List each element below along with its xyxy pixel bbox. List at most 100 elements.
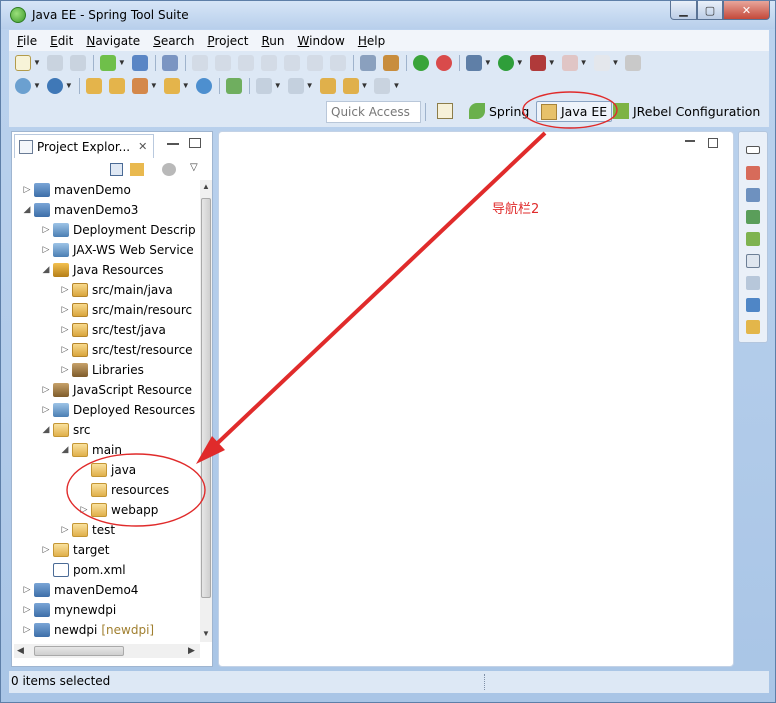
back-icon[interactable]	[342, 77, 359, 94]
external-tools-dropdown-icon[interactable]: ▼	[548, 58, 556, 67]
outline-view-icon[interactable]	[746, 188, 760, 202]
properties-view-icon[interactable]	[746, 254, 760, 268]
collapse-all-icon[interactable]	[110, 163, 123, 176]
globe-icon[interactable]	[195, 77, 212, 94]
tree-item[interactable]: ▷ webapp	[14, 500, 200, 520]
editor-maximize-icon[interactable]	[708, 138, 718, 148]
collapsed-arrow-icon[interactable]: ▷	[41, 540, 51, 560]
menu-file[interactable]: File	[17, 34, 37, 48]
perspective-java-ee[interactable]: Java EE	[536, 101, 613, 122]
tree-item[interactable]: ▷ JavaScript Resource	[14, 380, 200, 400]
tree-item[interactable]: ▷ Libraries	[14, 360, 200, 380]
view-menu-icon[interactable]: ▽	[190, 162, 198, 173]
tree-vertical-scrollbar[interactable]: ▲ ▼	[200, 180, 212, 642]
disconnect-icon[interactable]	[260, 54, 277, 71]
markers-view-icon[interactable]	[746, 232, 760, 246]
filter-icon[interactable]	[162, 163, 176, 176]
expanded-arrow-icon[interactable]: ◢	[41, 420, 51, 440]
menu-search[interactable]: Search	[153, 34, 194, 48]
tree-horizontal-scrollbar[interactable]: ◀ ▶	[14, 644, 200, 658]
perspective-jrebel-configuration[interactable]: JRebel Configuration	[613, 103, 760, 119]
open-folder-icon[interactable]	[163, 77, 180, 94]
tree-item[interactable]: ▷ Deployed Resources	[14, 400, 200, 420]
collapsed-arrow-icon[interactable]: ▷	[79, 500, 89, 520]
menu-help[interactable]: Help	[358, 34, 385, 48]
tree-item[interactable]: ▷ mavenDemo4	[14, 580, 200, 600]
last-edit-location-icon[interactable]	[319, 77, 336, 94]
tree-item[interactable]: ▷ test	[14, 520, 200, 540]
new-dropdown-icon[interactable]: ▼	[33, 58, 41, 67]
close-window-button[interactable]: ✕	[723, 1, 770, 20]
deploy-icon[interactable]	[99, 54, 116, 71]
minimize-view-icon[interactable]	[167, 138, 179, 145]
editor-minimize-icon[interactable]	[685, 140, 695, 148]
coverage-icon[interactable]	[593, 54, 610, 71]
horizontal-scroll-thumb[interactable]	[34, 646, 124, 656]
collapsed-arrow-icon[interactable]: ▷	[41, 400, 51, 420]
collapsed-arrow-icon[interactable]: ▷	[22, 600, 32, 620]
tree-item[interactable]: pom.xml	[14, 560, 200, 580]
scroll-down-icon[interactable]: ▼	[202, 629, 210, 638]
previous-annotation-icon[interactable]	[287, 77, 304, 94]
run-icon[interactable]	[497, 54, 514, 71]
spring-boot-icon[interactable]	[435, 54, 452, 71]
use-step-filters-icon[interactable]	[359, 54, 376, 71]
collapsed-arrow-icon[interactable]: ▷	[41, 220, 51, 240]
scroll-up-icon[interactable]: ▲	[202, 182, 210, 191]
tree-item[interactable]: ▷ src/test/resource	[14, 340, 200, 360]
maximize-button[interactable]: ▢	[697, 1, 723, 20]
minimize-button[interactable]: ▁	[670, 1, 697, 20]
next-annotation-dropdown-icon[interactable]: ▼	[274, 81, 282, 90]
toggle-mark-icon[interactable]	[225, 77, 242, 94]
open-type-icon[interactable]	[85, 77, 102, 94]
tree-item[interactable]: ▷ JAX-WS Web Service	[14, 240, 200, 260]
tree-item[interactable]: ▷ src/main/java	[14, 280, 200, 300]
vertical-scroll-thumb[interactable]	[201, 198, 211, 598]
tree-item[interactable]: ▷ Deployment Descrip	[14, 220, 200, 240]
stop-icon[interactable]	[561, 54, 578, 71]
project-explorer-tab[interactable]: Project Explor... ✕	[14, 134, 154, 158]
debug-dropdown-icon[interactable]: ▼	[484, 58, 492, 67]
collapsed-arrow-icon[interactable]: ▷	[60, 300, 70, 320]
tree-item[interactable]: ◢ main	[14, 440, 200, 460]
step-over-icon[interactable]	[306, 54, 323, 71]
quick-access-input[interactable]: Quick Access	[326, 101, 421, 123]
progress-view-icon[interactable]	[746, 320, 760, 334]
close-tab-icon[interactable]: ✕	[138, 140, 147, 153]
menu-window[interactable]: Window	[298, 34, 345, 48]
collapsed-arrow-icon[interactable]: ▷	[60, 320, 70, 340]
collapsed-arrow-icon[interactable]: ▷	[41, 380, 51, 400]
tree-item[interactable]: ◢ Java Resources	[14, 260, 200, 280]
web-service-icon[interactable]	[46, 77, 63, 94]
save-all-icon[interactable]	[69, 54, 86, 71]
console-view-icon[interactable]	[746, 298, 760, 312]
menu-edit[interactable]: Edit	[50, 34, 73, 48]
deploy-dropdown-icon[interactable]: ▼	[118, 58, 126, 67]
forward-dropdown-icon[interactable]: ▼	[392, 81, 400, 90]
collapsed-arrow-icon[interactable]: ▷	[41, 240, 51, 260]
step-into-icon[interactable]	[283, 54, 300, 71]
collapsed-arrow-icon[interactable]: ▷	[22, 580, 32, 600]
collapsed-arrow-icon[interactable]: ▷	[60, 520, 70, 540]
snippets-view-icon[interactable]	[746, 276, 760, 290]
scroll-left-icon[interactable]: ◀	[17, 645, 24, 656]
collapsed-arrow-icon[interactable]: ▷	[22, 620, 32, 640]
tree-item[interactable]: java	[14, 460, 200, 480]
link-with-editor-icon[interactable]	[130, 163, 144, 176]
tree-item[interactable]: ◢ mavenDemo3	[14, 200, 200, 220]
menu-project[interactable]: Project	[207, 34, 248, 48]
collapsed-arrow-icon[interactable]: ▷	[60, 340, 70, 360]
run-external-tools-icon[interactable]	[529, 54, 546, 71]
tools-icon[interactable]	[625, 54, 642, 71]
resume-icon[interactable]	[191, 54, 208, 71]
menu-navigate[interactable]: Navigate	[86, 34, 140, 48]
back-dropdown-icon[interactable]: ▼	[361, 81, 369, 90]
tree-item[interactable]: ▷ target	[14, 540, 200, 560]
web-service-dropdown-icon[interactable]: ▼	[65, 81, 73, 90]
forward-icon[interactable]	[374, 77, 391, 94]
tree-item[interactable]: ▷ mynewdpi	[14, 600, 200, 620]
title-bar[interactable]: Java EE - Spring Tool Suite ▁ ▢ ✕	[1, 1, 775, 29]
perspective-spring[interactable]: Spring	[469, 103, 529, 119]
tree-item[interactable]: ▷ src/main/resourc	[14, 300, 200, 320]
editor-area[interactable]	[218, 131, 734, 667]
